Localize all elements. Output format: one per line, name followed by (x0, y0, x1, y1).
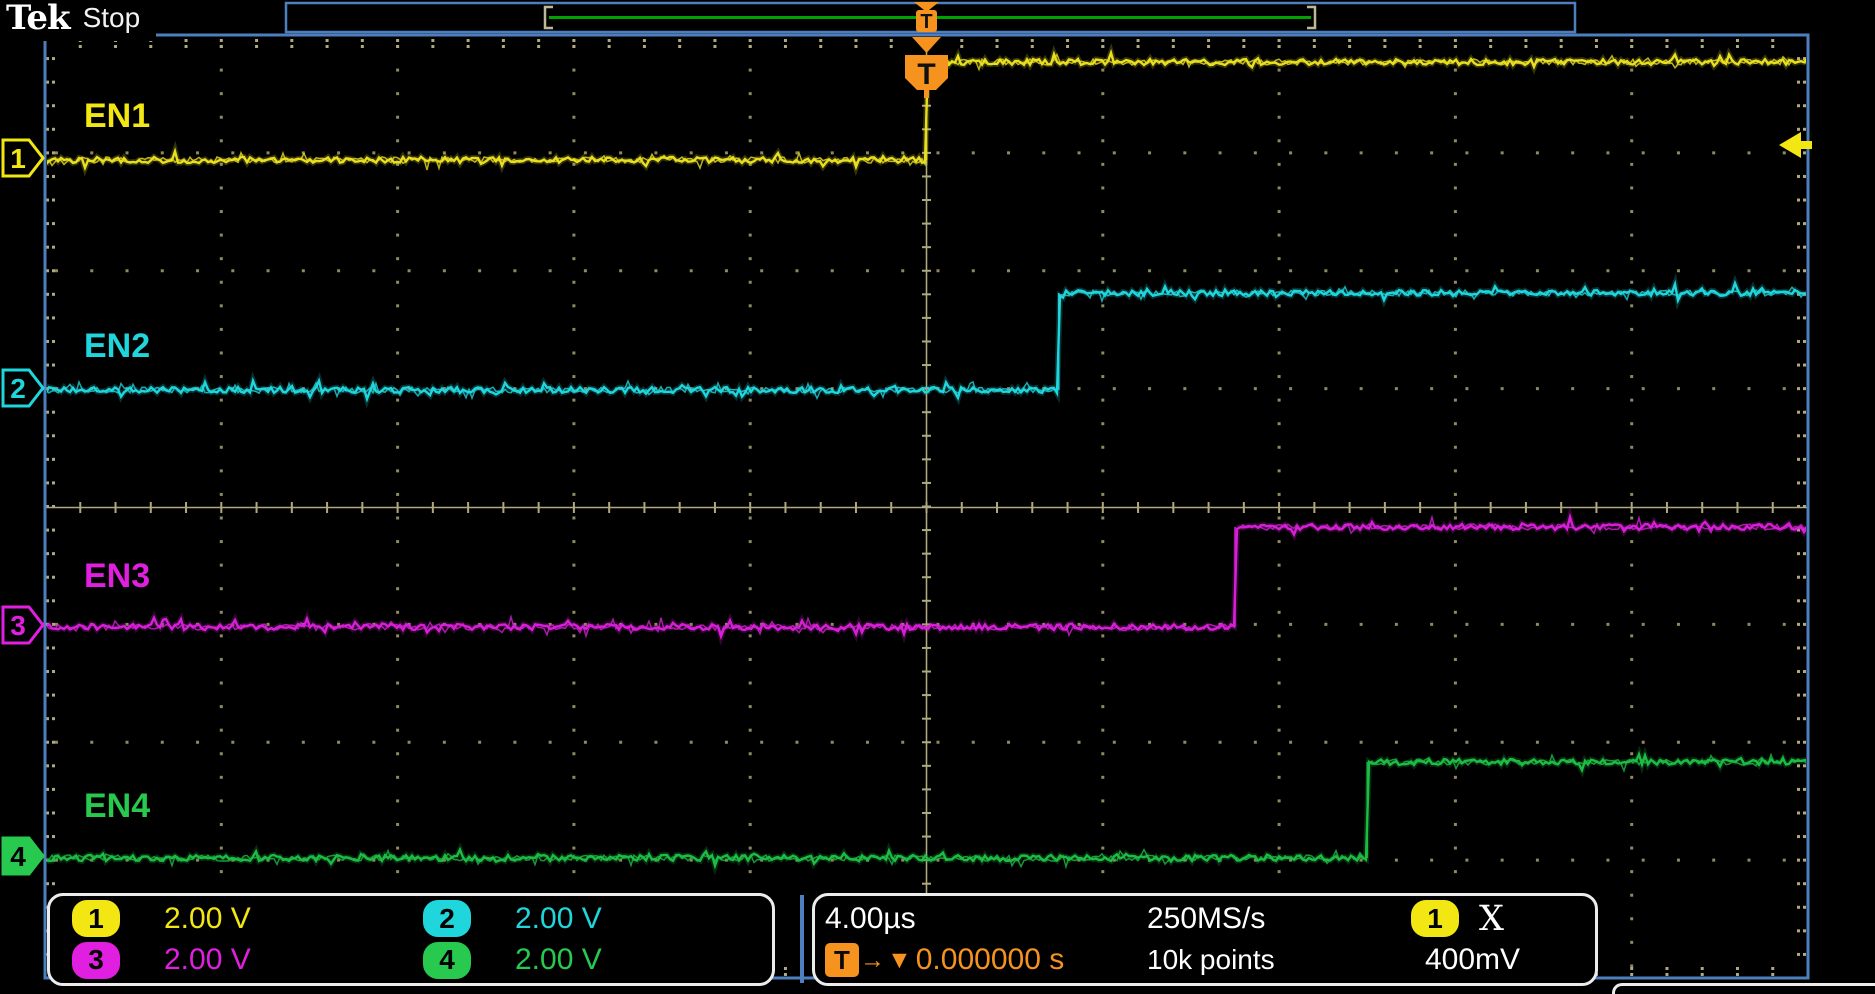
brand-status-area: Tek Stop (0, 0, 156, 41)
box-divider-mark (800, 895, 804, 983)
channel-3-marker-label: 3 (10, 610, 26, 641)
tek-logo: Tek (6, 1, 70, 35)
channel-position-markers: 1 2 3 4 (3, 140, 43, 874)
record-length-readout: 10k points (1147, 944, 1411, 976)
horizontal-trigger-readout-box: 4.00µs 250MS/s 1 X T → ▼ 0.000000 s 10k … (812, 893, 1598, 986)
waveform-label-en4: EN4 (84, 789, 150, 823)
channel-2-position-marker[interactable]: 2 (3, 370, 43, 406)
waveform-label-en1: EN1 (84, 99, 150, 133)
oscilloscope-screen: 1234 T T Tek Stop EN1EN2EN3EN4 12.00 V22… (0, 0, 1875, 989)
acquisition-overview-bar[interactable]: T (286, 2, 1575, 33)
scope-display: 1 2 3 4 T T (0, 0, 1875, 989)
trigger-level-readout: 400mV (1411, 943, 1595, 977)
waveform-label-en3: EN3 (84, 559, 150, 593)
channel-4-position-marker[interactable]: 4 (3, 838, 43, 874)
arrow-right-icon: → (860, 946, 885, 975)
channel-1-marker-label: 1 (10, 143, 26, 174)
channel-1-scale-value: 2.00 V (164, 902, 251, 936)
flag-t-label: T (917, 58, 935, 91)
waveform-label-en2: EN2 (84, 329, 150, 363)
trigger-t-icon: T (825, 943, 859, 977)
trigger-source-readout: 1 X (1411, 899, 1595, 939)
vertical-scale-readout-box: 1 2.00 V 2 2.00 V 3 2.00 V 4 2.00 V (47, 893, 775, 986)
channel-3-scale-value: 2.00 V (164, 943, 251, 977)
channel-3-badge: 3 (72, 942, 120, 979)
trigger-delay-value: 0.000000 s (916, 943, 1064, 977)
channel-1-badge: 1 (72, 900, 120, 937)
trigger-position-flag-icon[interactable]: T (905, 37, 948, 98)
trigger-delay-readout: T → ▼ 0.000000 s (825, 943, 1147, 977)
trigger-slope-symbol: X (1479, 899, 1504, 939)
channel-3-scale-readout: 3 2.00 V (60, 942, 411, 979)
channel-2-badge: 2 (423, 900, 471, 937)
channel-1-scale-readout: 1 2.00 V (60, 900, 411, 937)
acquisition-status: Stop (83, 1, 141, 35)
channel-2-scale-value: 2.00 V (515, 902, 602, 936)
channel-3-position-marker[interactable]: 3 (3, 607, 43, 643)
channel-4-marker-label: 4 (10, 841, 26, 872)
channel-2-scale-readout: 2 2.00 V (411, 900, 762, 937)
graticule-grid (46, 38, 1810, 976)
channel-4-badge: 4 (423, 942, 471, 979)
channel-1-position-marker[interactable]: 1 (3, 140, 43, 176)
timebase-readout: 4.00µs (825, 902, 1147, 936)
channel-4-scale-value: 2.00 V (515, 943, 602, 977)
channel-4-scale-readout: 4 2.00 V (411, 942, 762, 979)
arrow-down-icon: ▼ (887, 946, 912, 975)
bar-marker-t-label: T (920, 11, 932, 33)
sample-rate-readout: 250MS/s (1147, 902, 1411, 936)
channel-2-marker-label: 2 (10, 373, 26, 404)
trigger-source-badge: 1 (1411, 900, 1459, 937)
